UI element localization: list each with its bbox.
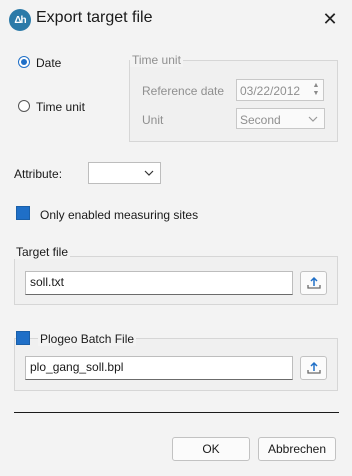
plogeo-checkbox[interactable] [16,331,30,345]
attribute-label: Attribute: [14,167,63,181]
only-enabled-checkbox[interactable] [16,206,30,220]
unit-select[interactable]: Second [236,108,325,129]
plogeo-file-input[interactable]: plo_gang_soll.bpl [25,356,293,380]
target-file-browse-button[interactable] [300,271,327,295]
target-file-input[interactable]: soll.txt [25,271,293,295]
spin-up-icon[interactable]: ▲ [310,82,322,90]
only-enabled-label[interactable]: Only enabled measuring sites [40,208,198,222]
time-unit-group-legend: Time unit [130,53,183,67]
reference-date-label: Reference date [142,84,225,98]
attribute-select[interactable] [88,162,161,184]
reference-date-value: 03/22/2012 [240,84,301,98]
separator-line [14,412,339,413]
date-radio-label[interactable]: Date [36,56,61,70]
plogeo-browse-button[interactable] [300,356,327,380]
plogeo-label[interactable]: Plogeo Batch File [38,332,137,346]
app-logo-icon: Δh [9,9,31,31]
target-file-legend: Target file [14,245,71,259]
chevron-down-icon [144,170,154,176]
chevron-down-icon [308,116,318,122]
date-radio[interactable] [18,56,30,68]
unit-label: Unit [142,113,164,127]
unit-select-value: Second [240,113,281,127]
spin-down-icon[interactable]: ▼ [310,90,322,98]
upload-icon [307,276,321,289]
reference-date-field[interactable]: 03/22/2012 ▲ ▼ [236,79,324,101]
upload-icon [307,361,321,374]
time-unit-radio-label[interactable]: Time unit [36,100,85,114]
time-unit-group [129,60,338,142]
title-bar: Δh Export target file ✕ [0,0,352,38]
close-icon[interactable]: ✕ [318,7,342,31]
ok-button[interactable]: OK [172,437,250,461]
cancel-button[interactable]: Abbrechen [258,437,336,461]
time-unit-radio[interactable] [18,100,30,112]
window-title: Export target file [36,9,153,26]
